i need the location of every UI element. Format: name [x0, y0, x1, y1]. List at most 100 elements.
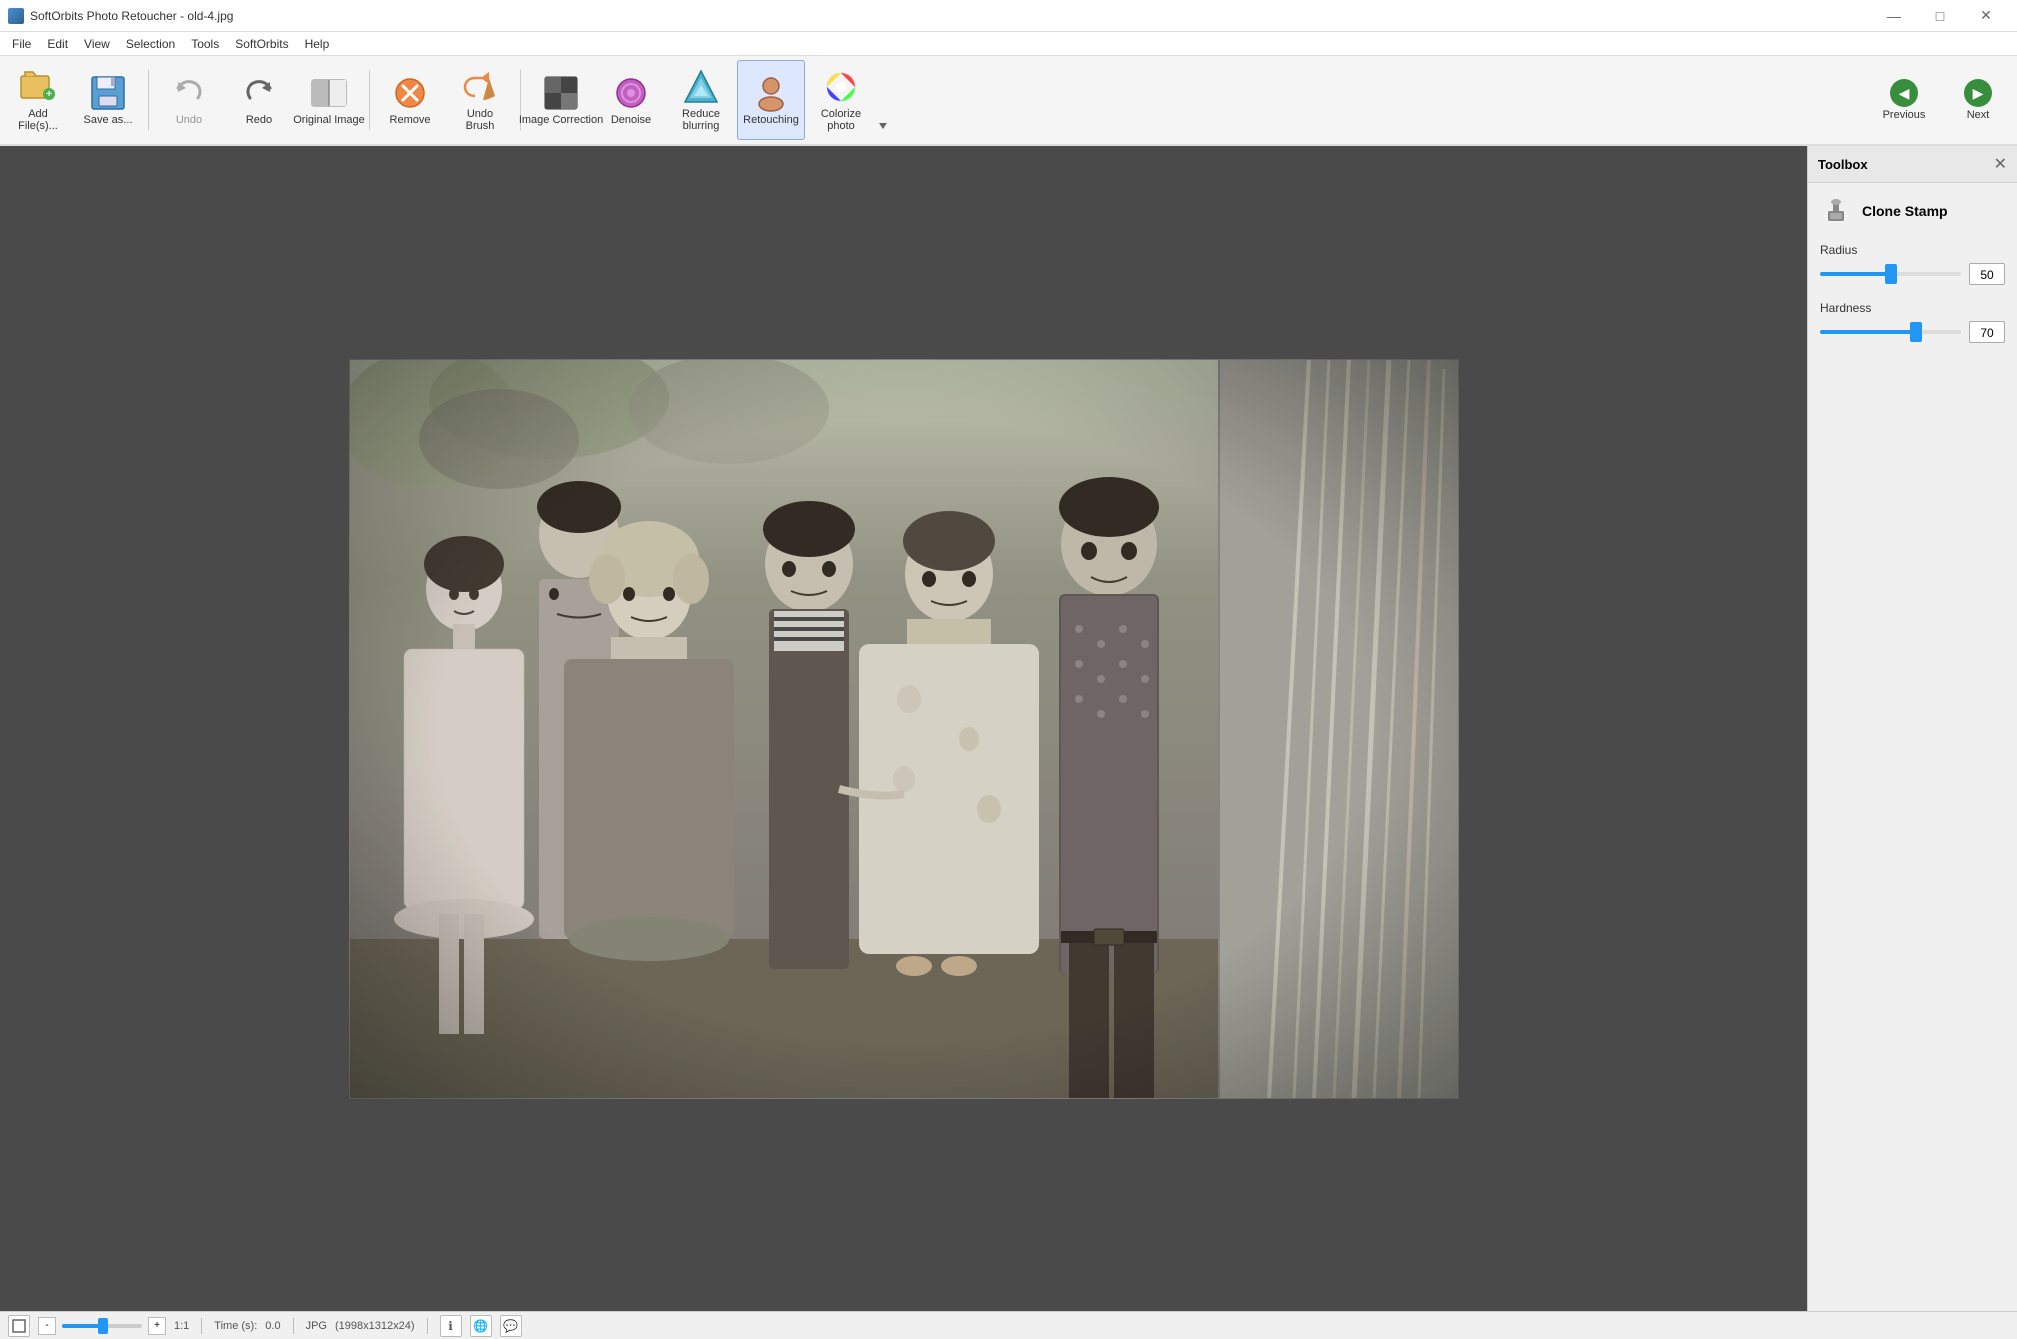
hardness-slider[interactable]	[1820, 330, 1961, 334]
denoise-icon	[612, 74, 650, 112]
original-image-label: Original Image	[293, 114, 365, 126]
toolbox-content: Clone Stamp Radius 50 Hardness 70	[1808, 183, 2017, 355]
toolbox-panel: Toolbox ✕ Clone Stamp Radiu	[1807, 146, 2017, 1311]
previous-label: Previous	[1883, 109, 1926, 121]
status-sep-1	[201, 1318, 202, 1334]
zoom-value: 1:1	[174, 1320, 189, 1332]
redo-label: Redo	[246, 114, 272, 126]
menu-softorbits[interactable]: SoftOrbits	[227, 35, 296, 53]
toolbar-dropdown[interactable]	[877, 60, 889, 140]
colorize-photo-button[interactable]: Colorize photo	[807, 60, 875, 140]
undo-label: Undo	[176, 114, 202, 126]
previous-icon: ◀	[1890, 79, 1918, 107]
retouching-button[interactable]: Retouching	[737, 60, 805, 140]
radius-value: 50	[1969, 263, 2005, 285]
svg-text:+: +	[46, 89, 52, 100]
minimize-button[interactable]: —	[1871, 0, 1917, 32]
toolbox-title: Toolbox	[1818, 157, 1868, 172]
photo-container	[0, 146, 1807, 1311]
toolbar: + Add File(s)... Save as... Undo	[0, 56, 2017, 146]
toolbar-sep-2	[369, 70, 370, 130]
undo-brush-icon	[461, 68, 499, 106]
next-button[interactable]: ▶ Next	[1943, 60, 2013, 140]
info-button[interactable]: ℹ	[440, 1315, 462, 1337]
undo-brush-label: Undo Brush	[451, 108, 509, 132]
next-icon: ▶	[1964, 79, 1992, 107]
undo-button[interactable]: Undo	[155, 60, 223, 140]
colorize-photo-icon	[822, 68, 860, 106]
original-image-button[interactable]: Original Image	[295, 60, 363, 140]
menu-tools[interactable]: Tools	[183, 35, 227, 53]
photo-svg	[349, 359, 1459, 1099]
zoom-in-button[interactable]: +	[148, 1317, 166, 1335]
toolbox-close-button[interactable]: ✕	[1994, 154, 2007, 174]
social-button[interactable]: 💬	[500, 1315, 522, 1337]
hardness-value: 70	[1969, 321, 2005, 343]
main-area: Toolbox ✕ Clone Stamp Radiu	[0, 146, 2017, 1311]
menu-view[interactable]: View	[76, 35, 118, 53]
add-files-label: Add File(s)...	[9, 108, 67, 132]
zoom-out-button[interactable]: -	[38, 1317, 56, 1335]
canvas-area[interactable]	[0, 146, 1807, 1311]
web-button[interactable]: 🌐	[470, 1315, 492, 1337]
maximize-button[interactable]: □	[1917, 0, 1963, 32]
image-correction-button[interactable]: Image Correction	[527, 60, 595, 140]
window-title: SoftOrbits Photo Retoucher - old-4.jpg	[30, 9, 233, 23]
image-correction-icon	[542, 74, 580, 112]
toolbox-header: Toolbox ✕	[1808, 146, 2017, 183]
save-as-icon	[89, 74, 127, 112]
time-value: 0.0	[265, 1320, 280, 1332]
reduce-blurring-label: Reduce blurring	[672, 108, 730, 132]
previous-button[interactable]: ◀ Previous	[1869, 60, 1939, 140]
title-bar-controls: — □ ✕	[1871, 0, 2009, 32]
title-bar: SoftOrbits Photo Retoucher - old-4.jpg —…	[0, 0, 2017, 32]
menu-file[interactable]: File	[4, 35, 39, 53]
retouching-label: Retouching	[743, 114, 799, 126]
tool-name: Clone Stamp	[1862, 203, 1948, 219]
zoom-slider-fill	[62, 1324, 102, 1328]
app-icon	[8, 8, 24, 24]
image-correction-label: Image Correction	[519, 114, 603, 126]
undo-brush-button[interactable]: Undo Brush	[446, 60, 514, 140]
redo-button[interactable]: Redo	[225, 60, 293, 140]
menu-edit[interactable]: Edit	[39, 35, 76, 53]
time-label: Time (s):	[214, 1320, 257, 1332]
hardness-group: Hardness 70	[1820, 301, 2005, 343]
hardness-label: Hardness	[1820, 301, 2005, 315]
add-files-icon: +	[19, 68, 57, 106]
retouching-icon	[752, 74, 790, 112]
remove-label: Remove	[390, 114, 431, 126]
status-sep-3	[427, 1318, 428, 1334]
title-bar-left: SoftOrbits Photo Retoucher - old-4.jpg	[8, 8, 233, 24]
remove-icon	[391, 74, 429, 112]
radius-label: Radius	[1820, 243, 2005, 257]
clone-stamp-icon	[1820, 195, 1852, 227]
save-as-label: Save as...	[84, 114, 133, 126]
undo-icon	[170, 74, 208, 112]
zoom-slider-thumb[interactable]	[98, 1318, 108, 1334]
denoise-button[interactable]: Denoise	[597, 60, 665, 140]
original-image-icon	[310, 74, 348, 112]
zoom-fit-button[interactable]	[8, 1315, 30, 1337]
menu-help[interactable]: Help	[297, 35, 338, 53]
add-files-button[interactable]: + Add File(s)...	[4, 60, 72, 140]
reduce-blurring-icon	[682, 68, 720, 106]
denoise-label: Denoise	[611, 114, 651, 126]
menu-selection[interactable]: Selection	[118, 35, 183, 53]
toolbar-nav: ◀ Previous ▶ Next	[1869, 60, 2013, 140]
zoom-slider-track	[62, 1324, 142, 1328]
toolbar-sep-1	[148, 70, 149, 130]
remove-button[interactable]: Remove	[376, 60, 444, 140]
reduce-blurring-button[interactable]: Reduce blurring	[667, 60, 735, 140]
close-button[interactable]: ✕	[1963, 0, 2009, 32]
redo-icon	[240, 74, 278, 112]
zoom-controls: - +	[38, 1317, 166, 1335]
next-label: Next	[1967, 109, 1990, 121]
radius-slider[interactable]	[1820, 272, 1961, 276]
save-as-button[interactable]: Save as...	[74, 60, 142, 140]
photo-canvas	[349, 359, 1459, 1099]
hardness-row: 70	[1820, 321, 2005, 343]
radius-group: Radius 50	[1820, 243, 2005, 285]
dimensions-label: (1998x1312x24)	[335, 1320, 415, 1332]
tool-icon-area: Clone Stamp	[1820, 195, 2005, 227]
